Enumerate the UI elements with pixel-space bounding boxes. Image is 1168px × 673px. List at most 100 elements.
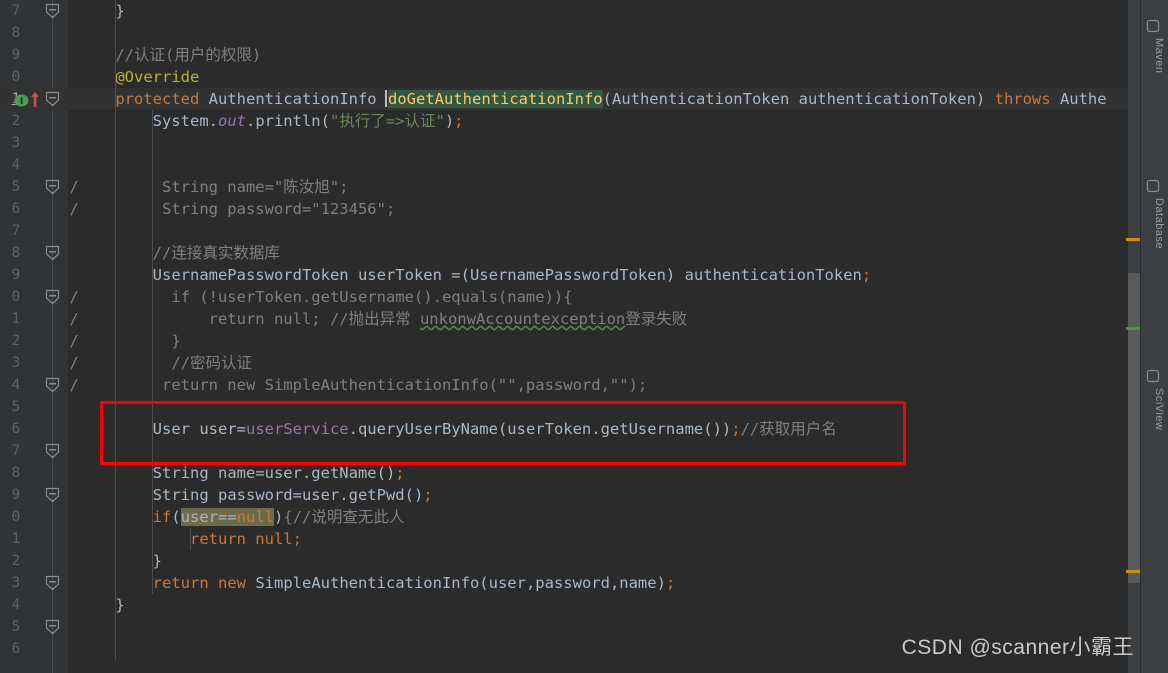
gutter-row[interactable]: 8 xyxy=(0,242,68,264)
code-token: String name="陈汝旭"; xyxy=(78,178,349,196)
gutter-row[interactable]: 0 xyxy=(0,286,68,308)
gutter-row[interactable]: 0 xyxy=(0,506,68,528)
code-line[interactable] xyxy=(68,220,1140,242)
code-token: @Override xyxy=(115,68,200,86)
gutter-row[interactable]: 5 xyxy=(0,396,68,418)
database-icon[interactable] xyxy=(1146,178,1162,194)
editor-scrollbar-thumb[interactable] xyxy=(1128,273,1140,583)
maven-icon[interactable] xyxy=(1146,18,1162,34)
gutter-row[interactable]: 2 xyxy=(0,330,68,352)
commented-block-marker: // xyxy=(68,200,79,218)
editor-gutter[interactable]: 7 8 9 0 1I 2 3 4 5 6 7 8 9 0 1 2 3 4 5 6 7 8 9 0 1 2 3 4 5 6 xyxy=(0,0,68,673)
gutter-row[interactable]: 3 xyxy=(0,352,68,374)
code-token: String xyxy=(152,486,209,504)
implementing-method-icon[interactable]: I xyxy=(14,92,29,107)
sciview-icon[interactable] xyxy=(1146,368,1162,384)
gutter-row[interactable]: 4 xyxy=(0,594,68,616)
gutter-row[interactable]: 7 xyxy=(0,220,68,242)
code-line[interactable]: protected AuthenticationInfo doGetAuthen… xyxy=(68,88,1140,110)
code-line[interactable]: @Override xyxy=(68,66,1140,88)
fold-collapse-icon[interactable] xyxy=(45,575,60,591)
code-token: ; xyxy=(454,112,464,130)
gutter-row[interactable]: 4 xyxy=(0,374,68,396)
code-line[interactable]: return new SimpleAuthenticationInfo(user… xyxy=(68,572,1140,594)
code-line[interactable]: //密码认证 xyxy=(68,352,1140,374)
fold-collapse-icon[interactable] xyxy=(45,245,60,261)
indent-guide xyxy=(152,176,154,198)
gutter-row[interactable]: 1 xyxy=(0,528,68,550)
code-token: } xyxy=(78,596,125,614)
code-line[interactable]: if(user==null){//说明查无此人 xyxy=(68,506,1140,528)
code-token: ; xyxy=(423,486,433,504)
code-token: //连接真实数据库 xyxy=(78,244,280,262)
gutter-row[interactable]: 1I xyxy=(0,88,68,110)
line-number: 4 xyxy=(11,597,20,613)
code-line[interactable]: } xyxy=(68,330,1140,352)
indent-guide xyxy=(114,176,116,198)
code-line[interactable]: } xyxy=(68,594,1140,616)
fold-collapse-icon[interactable] xyxy=(45,377,60,393)
code-line[interactable] xyxy=(68,22,1140,44)
gutter-row[interactable]: 5 xyxy=(0,176,68,198)
fold-collapse-icon[interactable] xyxy=(45,487,60,503)
gutter-row[interactable]: 9 xyxy=(0,264,68,286)
gutter-row[interactable]: 6 xyxy=(0,638,68,660)
code-line[interactable]: return new SimpleAuthenticationInfo("",p… xyxy=(68,374,1140,396)
fold-collapse-icon[interactable] xyxy=(45,3,60,19)
code-line[interactable]: //连接真实数据库 xyxy=(68,242,1140,264)
code-line[interactable] xyxy=(68,132,1140,154)
code-line[interactable] xyxy=(68,440,1140,462)
gutter-row[interactable]: 2 xyxy=(0,550,68,572)
code-line[interactable] xyxy=(68,154,1140,176)
code-line[interactable]: User user=userService.queryUserByName(us… xyxy=(68,418,1140,440)
commented-block-marker: // xyxy=(68,376,79,394)
gutter-row[interactable]: 7 xyxy=(0,0,68,22)
gutter-row[interactable]: 3 xyxy=(0,132,68,154)
code-line[interactable]: } xyxy=(68,550,1140,572)
code-line[interactable]: String password=user.getPwd(); xyxy=(68,484,1140,506)
fold-collapse-icon[interactable] xyxy=(45,443,60,459)
gutter-row[interactable]: 4 xyxy=(0,154,68,176)
code-line[interactable]: if (!userToken.getUsername().equals(name… xyxy=(68,286,1140,308)
code-line[interactable] xyxy=(68,396,1140,418)
indent-guide xyxy=(114,572,116,594)
code-line[interactable]: UsernamePasswordToken userToken =(Userna… xyxy=(68,264,1140,286)
code-line[interactable]: //认证(用户的权限) xyxy=(68,44,1140,66)
gutter-row[interactable]: 3 xyxy=(0,572,68,594)
gutter-row[interactable]: 8 xyxy=(0,22,68,44)
tool-window-tab[interactable]: SciView xyxy=(1143,388,1165,430)
code-text-area[interactable]: } //认证(用户的权限) @Override protected Authen… xyxy=(68,0,1140,673)
arrow-up-icon[interactable] xyxy=(30,90,40,108)
line-number: 7 xyxy=(11,223,20,239)
gutter-row[interactable]: 0 xyxy=(0,66,68,88)
tool-window-tab[interactable]: Maven xyxy=(1143,38,1165,74)
code-line[interactable]: String password="123456"; xyxy=(68,198,1140,220)
code-token: ) xyxy=(444,112,455,130)
tool-window-tab[interactable]: Database xyxy=(1143,198,1165,249)
gutter-row[interactable]: 8 xyxy=(0,462,68,484)
right-tool-window-strip[interactable]: Maven Database SciView xyxy=(1140,0,1168,673)
gutter-row[interactable]: 6 xyxy=(0,198,68,220)
code-line[interactable]: String name="陈汝旭"; xyxy=(68,176,1140,198)
gutter-row[interactable]: 7 xyxy=(0,440,68,462)
gutter-row[interactable]: 9 xyxy=(0,44,68,66)
code-line[interactable]: return null; xyxy=(68,528,1140,550)
fold-collapse-icon[interactable] xyxy=(45,289,60,305)
gutter-row[interactable]: 2 xyxy=(0,110,68,132)
code-line[interactable]: return null; //抛出异常 unkonwAccountexcepti… xyxy=(68,308,1140,330)
code-line[interactable]: String name=user.getName(); xyxy=(68,462,1140,484)
gutter-row[interactable]: 5 xyxy=(0,616,68,638)
indent-guide xyxy=(114,0,116,22)
gutter-row[interactable]: 6 xyxy=(0,418,68,440)
fold-collapse-icon[interactable] xyxy=(45,619,60,635)
code-line[interactable]: System.out.println("执行了=>认证"); xyxy=(68,110,1140,132)
fold-collapse-icon[interactable] xyxy=(45,179,60,195)
gutter-row[interactable]: 9 xyxy=(0,484,68,506)
code-line[interactable]: } xyxy=(68,0,1140,22)
code-token: password=user.getPwd() xyxy=(208,486,424,504)
fold-collapse-icon[interactable] xyxy=(45,91,60,107)
gutter-row[interactable]: 1 xyxy=(0,308,68,330)
code-token: user== xyxy=(180,508,237,526)
